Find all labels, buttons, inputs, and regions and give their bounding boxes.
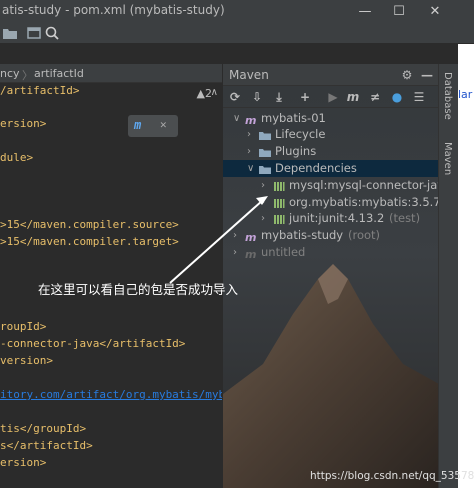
add-icon[interactable]: +: [297, 89, 313, 105]
chevron-right-icon[interactable]: ›: [233, 227, 243, 244]
svg-text:m: m: [245, 231, 256, 242]
toggle-offline-icon[interactable]: ≠: [367, 89, 383, 105]
skip-tests-icon[interactable]: ●: [389, 89, 405, 105]
tree-item[interactable]: › junit:junit:4.13.2 (test): [223, 210, 438, 227]
code-line: >15</maven.compiler.target>: [0, 235, 179, 248]
watermark: https://blog.csdn.net/qq_53578500: [310, 470, 474, 482]
maven-module-icon: m: [245, 230, 257, 244]
maven-tab[interactable]: Maven: [442, 142, 453, 175]
close-icon[interactable]: ✕: [160, 118, 167, 131]
maven-module-icon: m: [245, 113, 257, 127]
database-tab[interactable]: Database: [442, 72, 453, 120]
chevron-up-icon[interactable]: ∧: [211, 87, 218, 98]
background-link-text: lar: [458, 88, 473, 101]
tree-item-label: Lifecycle: [275, 127, 326, 141]
main-toolbar: [0, 22, 474, 44]
tree-item[interactable]: › m untitled: [223, 244, 438, 261]
chevron-down-icon[interactable]: ∨: [233, 110, 243, 127]
chevron-right-icon[interactable]: ›: [247, 143, 257, 160]
library-icon: [273, 213, 285, 224]
code-line: >15</maven.compiler.source>: [0, 218, 179, 231]
library-icon: [273, 180, 285, 191]
project-structure-icon[interactable]: [26, 25, 42, 41]
tree-item-label: org.mybatis:mybatis:3.5.7: [289, 195, 438, 209]
tree-item-label: untitled: [261, 245, 306, 259]
tree-item-label: Dependencies: [275, 161, 357, 175]
gear-icon[interactable]: ⚙: [399, 67, 415, 83]
maven-tool-window: Maven ⚙ — ⟳ ⇩ ⤓ + ▶ m ≠ ● ☰ ∨ m mybatis-01…: [222, 64, 438, 488]
tree-item-suffix: (test): [389, 211, 421, 225]
breadcrumb-current[interactable]: artifactId: [34, 67, 84, 80]
maven-title: Maven: [229, 68, 269, 82]
tree-item-suffix: (root): [348, 228, 381, 242]
maven-reload-icon[interactable]: m: [134, 118, 141, 132]
chevron-right-icon[interactable]: ›: [261, 194, 271, 211]
tree-item[interactable]: › Lifecycle: [223, 126, 438, 143]
warning-count[interactable]: ▲2: [197, 87, 212, 100]
minimize-button[interactable]: —: [350, 0, 380, 22]
download-icon[interactable]: ⤓: [271, 89, 287, 105]
code-line: ersion>: [0, 456, 47, 469]
search-icon[interactable]: [44, 25, 60, 41]
maven-module-icon: m: [245, 247, 257, 261]
maximize-button[interactable]: ☐: [384, 0, 414, 22]
tree-item[interactable]: › org.mybatis:mybatis:3.5.7: [223, 194, 438, 211]
chevron-down-icon[interactable]: ∨: [247, 160, 257, 177]
reload-icon[interactable]: ⟳: [227, 89, 243, 105]
window-title: atis-study - pom.xml (mybatis-study): [2, 3, 225, 17]
folder-icon: [259, 129, 271, 140]
svg-text:m: m: [245, 114, 256, 125]
folder-icon: [259, 146, 271, 157]
tree-item[interactable]: › Plugins: [223, 143, 438, 160]
library-icon: [273, 197, 285, 208]
code-line: dule>: [0, 151, 34, 164]
chevron-right-icon[interactable]: ›: [261, 210, 271, 227]
maven-reload-popup[interactable]: m ✕: [128, 115, 178, 137]
chevron-right-icon[interactable]: ›: [261, 177, 271, 194]
code-line: version>: [0, 354, 53, 367]
tree-item-label: junit:junit:4.13.2: [289, 211, 385, 225]
background-page-strip: lar: [458, 44, 474, 488]
tree-item-label: Plugins: [275, 144, 317, 158]
maven-toolbar: ⟳ ⇩ ⤓ + ▶ m ≠ ● ☰: [223, 86, 438, 108]
tree-item[interactable]: › m mybatis-study (root): [223, 227, 438, 244]
code-line: roupId>: [0, 320, 47, 333]
tree-item-label: mybatis-01: [261, 111, 326, 125]
svg-text:m: m: [245, 248, 256, 259]
folder-icon[interactable]: [2, 25, 18, 41]
tree-item[interactable]: › mysql:mysql-connector-java:8.0.: [223, 177, 438, 194]
show-dependencies-icon[interactable]: ☰: [411, 89, 427, 105]
chevron-right-icon[interactable]: ›: [247, 126, 257, 143]
run-icon[interactable]: ▶: [325, 89, 341, 105]
right-tool-stripe: Database Maven: [438, 64, 458, 488]
close-button[interactable]: ✕: [420, 0, 450, 22]
folder-icon: [259, 163, 271, 174]
breadcrumb-separator-icon: 〉: [22, 69, 33, 82]
maven-goal-icon[interactable]: m: [345, 89, 361, 105]
generate-sources-icon[interactable]: ⇩: [249, 89, 265, 105]
breadcrumb: ncy 〉 artifactId: [0, 64, 222, 83]
tree-item[interactable]: ∨ Dependencies: [223, 160, 438, 177]
tree-item-label: mysql:mysql-connector-java:8.0.: [289, 178, 438, 192]
chevron-right-icon[interactable]: ›: [233, 244, 243, 261]
code-line: s</artifactId>: [0, 439, 93, 452]
breadcrumb-parent[interactable]: ncy: [0, 67, 20, 80]
code-line: tis</groupId>: [0, 422, 87, 435]
maven-header: Maven ⚙ —: [223, 64, 438, 86]
title-bar: atis-study - pom.xml (mybatis-study) — ☐…: [0, 0, 474, 22]
minimize-panel-icon[interactable]: —: [419, 67, 435, 83]
code-line: -connector-java</artifactId>: [0, 337, 186, 350]
tree-item[interactable]: ∨ m mybatis-01: [223, 110, 438, 127]
code-line: itory.com/artifact/org.mybatis/myba: [0, 388, 222, 401]
tree-item-label: mybatis-study: [261, 228, 344, 242]
code-line: /artifactId>: [0, 84, 80, 97]
annotation-text: 在这里可以看自己的包是否成功导入: [38, 282, 239, 297]
code-line: ersion>: [0, 117, 47, 130]
